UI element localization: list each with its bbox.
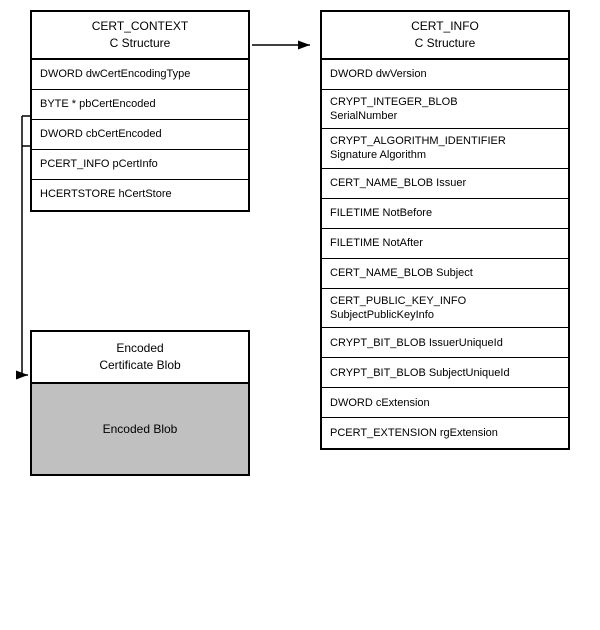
cert-info-row-4-text: FILETIME NotBefore (330, 206, 432, 220)
cert-info-row-10: DWORD cExtension (322, 388, 568, 418)
cert-info-row-0: DWORD dwVersion (322, 60, 568, 90)
cert-context-row-3: PCERT_INFO pCertInfo (32, 150, 248, 180)
cert-context-row-1: BYTE * pbCertEncoded (32, 90, 248, 120)
cert-context-section: CERT_CONTEXT C Structure DWORD dwCertEnc… (30, 10, 250, 212)
cert-info-box: CERT_INFO C Structure DWORD dwVersion CR… (320, 10, 570, 450)
cert-info-row-8: CRYPT_BIT_BLOB IssuerUniqueId (322, 328, 568, 358)
cert-info-row-5-text: FILETIME NotAfter (330, 236, 423, 250)
cert-info-header: CERT_INFO C Structure (322, 12, 568, 60)
cert-info-section: CERT_INFO C Structure DWORD dwVersion CR… (320, 10, 570, 450)
cert-info-row-5: FILETIME NotAfter (322, 229, 568, 259)
encoded-blob-content: Encoded Blob (32, 384, 248, 474)
cert-info-row-2: CRYPT_ALGORITHM_IDENTIFIERSignature Algo… (322, 129, 568, 169)
cert-info-row-4: FILETIME NotBefore (322, 199, 568, 229)
encoded-cert-blob-header: Encoded Certificate Blob (32, 332, 248, 384)
cert-info-row-6: CERT_NAME_BLOB Subject (322, 259, 568, 289)
cert-context-box: CERT_CONTEXT C Structure DWORD dwCertEnc… (30, 10, 250, 212)
diagram: CERT_CONTEXT C Structure DWORD dwCertEnc… (0, 0, 600, 630)
cert-context-header: CERT_CONTEXT C Structure (32, 12, 248, 60)
cert-info-row-3: CERT_NAME_BLOB Issuer (322, 169, 568, 199)
cert-info-row-2-text: CRYPT_ALGORITHM_IDENTIFIERSignature Algo… (330, 134, 506, 163)
cert-info-row-7-text: CERT_PUBLIC_KEY_INFOSubjectPublicKeyInfo (330, 294, 466, 323)
cert-info-row-1-text: CRYPT_INTEGER_BLOBSerialNumber (330, 95, 458, 124)
cert-info-row-11: PCERT_EXTENSION rgExtension (322, 418, 568, 448)
cert-info-row-1: CRYPT_INTEGER_BLOBSerialNumber (322, 90, 568, 130)
cert-info-row-6-text: CERT_NAME_BLOB Subject (330, 266, 473, 280)
cert-info-row-9: CRYPT_BIT_BLOB SubjectUniqueId (322, 358, 568, 388)
cert-info-row-7: CERT_PUBLIC_KEY_INFOSubjectPublicKeyInfo (322, 289, 568, 329)
cert-info-row-10-text: DWORD cExtension (330, 396, 430, 410)
cert-info-row-0-text: DWORD dwVersion (330, 67, 427, 81)
cert-context-row-4: HCERTSTORE hCertStore (32, 180, 248, 210)
encoded-cert-blob-box: Encoded Certificate Blob Encoded Blob (30, 330, 250, 476)
cert-info-row-3-text: CERT_NAME_BLOB Issuer (330, 176, 466, 190)
cert-info-row-11-text: PCERT_EXTENSION rgExtension (330, 426, 498, 440)
cert-context-row-0: DWORD dwCertEncodingType (32, 60, 248, 90)
cert-info-row-8-text: CRYPT_BIT_BLOB IssuerUniqueId (330, 336, 503, 350)
cert-context-row-2: DWORD cbCertEncoded (32, 120, 248, 150)
cert-info-row-9-text: CRYPT_BIT_BLOB SubjectUniqueId (330, 366, 510, 380)
